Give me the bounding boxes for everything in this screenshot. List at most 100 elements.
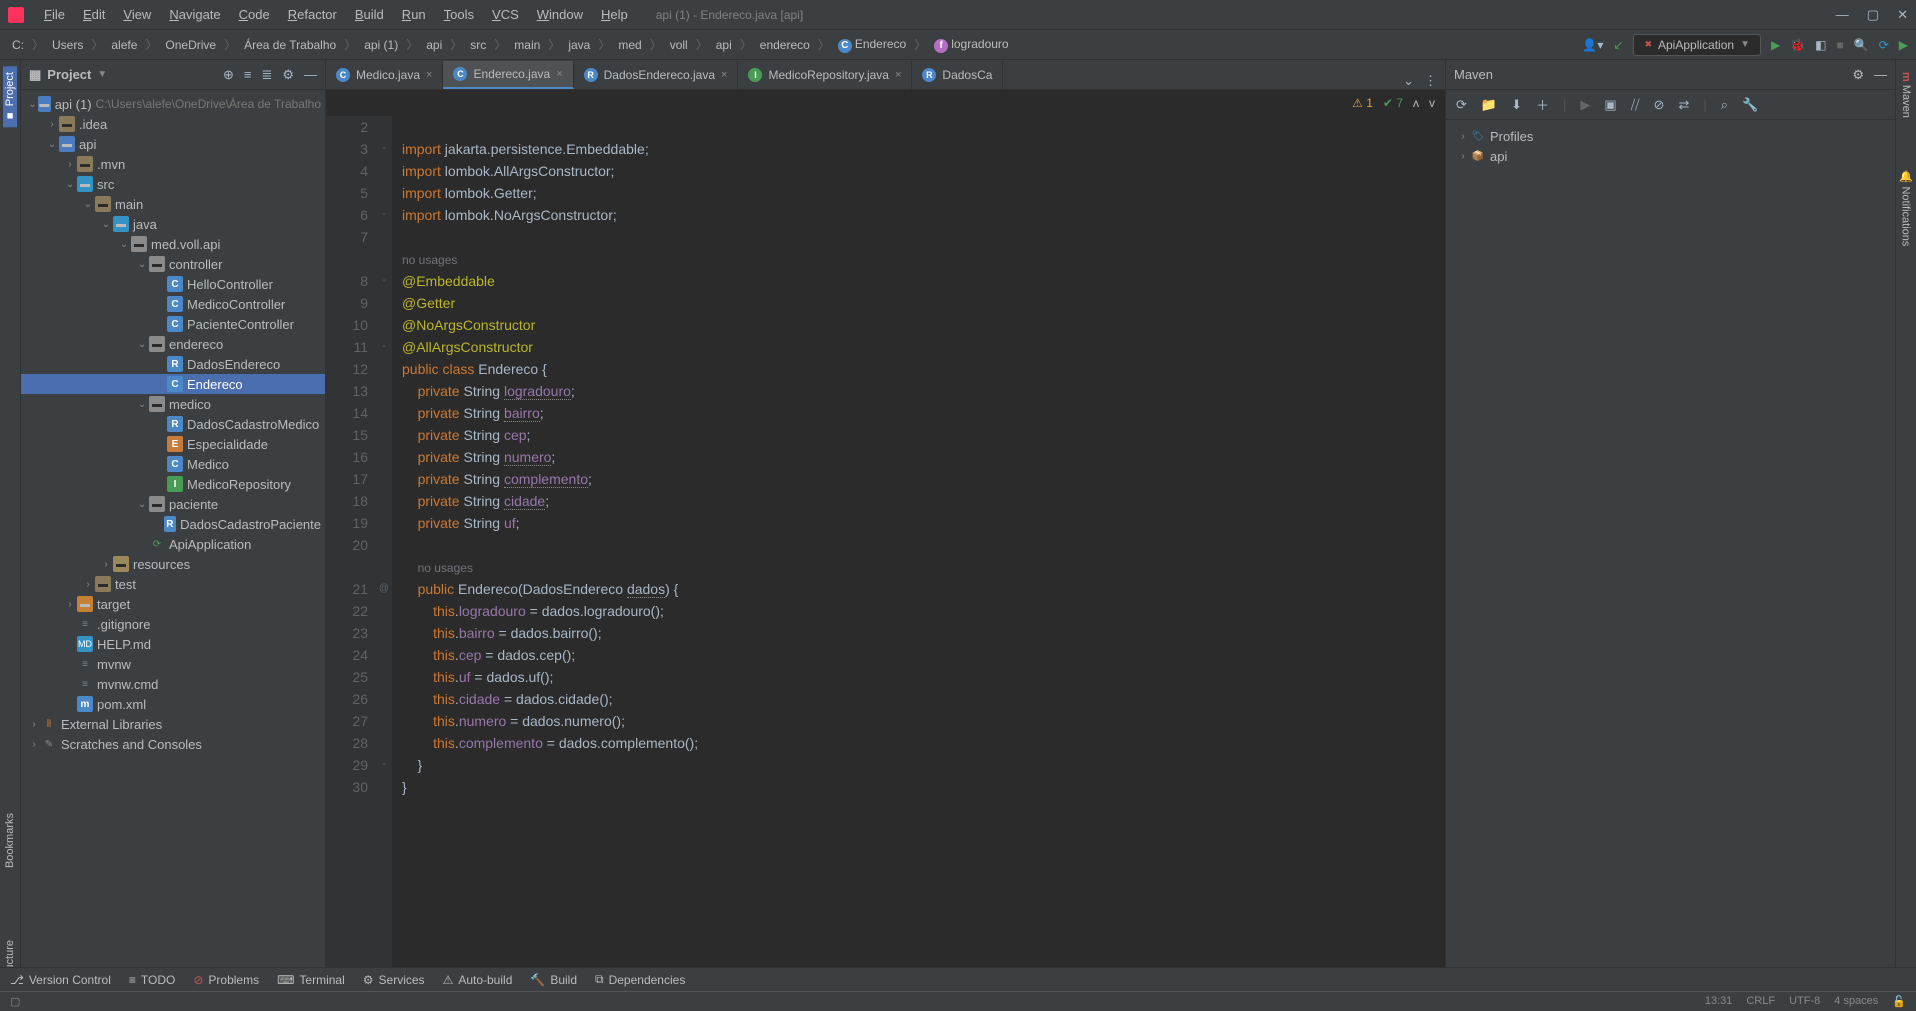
code-text[interactable]: import jakarta.persistence.Embeddable;im… — [392, 116, 1445, 991]
tree-row[interactable]: ⌄▬med.voll.api — [21, 234, 325, 254]
menu-help[interactable]: Help — [593, 3, 636, 26]
breadcrumb-item[interactable]: med — [614, 36, 645, 54]
gutter-icons[interactable]: ----@- — [376, 116, 392, 991]
tree-row[interactable]: ⌄▬api (1)C:\Users\alefe\OneDrive\Área de… — [21, 94, 325, 114]
tree-row[interactable]: ≡mvnw — [21, 654, 325, 674]
tree-row[interactable]: RDadosCadastroPaciente — [21, 514, 325, 534]
menu-view[interactable]: View — [115, 3, 159, 26]
settings-icon[interactable]: ⚙ — [1852, 67, 1864, 83]
tree-row[interactable]: CMedicoController — [21, 294, 325, 314]
generate-sources-icon[interactable]: 📁 — [1481, 97, 1497, 113]
select-open-file-icon[interactable]: ⊕ — [223, 67, 234, 83]
breadcrumb[interactable]: C:〉Users〉alefe〉OneDrive〉Área de Trabalho… — [8, 35, 1013, 55]
collapse-all-icon[interactable]: ≣ — [261, 67, 272, 83]
maximize-icon[interactable]: ▢ — [1867, 7, 1879, 23]
tree-row[interactable]: CHelloController — [21, 274, 325, 294]
execute-icon[interactable]: ▣ — [1604, 97, 1616, 113]
breadcrumb-item[interactable]: main — [510, 36, 544, 54]
tree-row[interactable]: CPacienteController — [21, 314, 325, 334]
settings-icon[interactable]: ⚙ — [282, 67, 294, 83]
tree-row[interactable]: ⌄▬main — [21, 194, 325, 214]
breadcrumb-item[interactable]: alefe — [107, 36, 141, 54]
editor-tab[interactable]: RDadosEndereco.java× — [574, 61, 739, 89]
maven-profiles[interactable]: ›🏷 Profiles — [1452, 126, 1889, 146]
tree-row[interactable]: ⌄▬paciente — [21, 494, 325, 514]
tree-row[interactable]: ⌄▬api — [21, 134, 325, 154]
skip-tests-icon[interactable]: ⊘ — [1654, 97, 1665, 113]
tree-row[interactable]: ›▬test — [21, 574, 325, 594]
menu-navigate[interactable]: Navigate — [161, 3, 228, 26]
ide-scripting-icon[interactable]: ▶ — [1899, 38, 1908, 52]
breadcrumb-item[interactable]: C: — [8, 36, 28, 54]
project-panel-title[interactable]: ▦ Project ▼ — [29, 67, 107, 83]
close-icon[interactable]: ✕ — [1897, 7, 1908, 23]
tree-row[interactable]: ⌄▬src — [21, 174, 325, 194]
tree-row[interactable]: ⌄▬medico — [21, 394, 325, 414]
status-terminal[interactable]: ⌨Terminal — [277, 973, 345, 987]
tabs-more-icon[interactable]: ⋮ — [1424, 73, 1437, 89]
status-problems[interactable]: ⊘Problems — [193, 973, 259, 987]
tree-row[interactable]: ⌄▬controller — [21, 254, 325, 274]
maven-settings-icon[interactable]: 🔧 — [1742, 97, 1758, 113]
tree-row[interactable]: ›✎Scratches and Consoles — [21, 734, 325, 754]
status-action-icon[interactable]: ▢ — [10, 995, 20, 1008]
tree-row[interactable]: ›▬target — [21, 594, 325, 614]
tabs-dropdown-icon[interactable]: ⌄ — [1403, 73, 1414, 89]
menu-edit[interactable]: Edit — [75, 3, 113, 26]
tree-row[interactable]: ≡.gitignore — [21, 614, 325, 634]
close-tab-icon[interactable]: × — [895, 69, 901, 81]
menu-refactor[interactable]: Refactor — [280, 3, 345, 26]
collapse-icon[interactable]: ⌕ — [1721, 97, 1728, 113]
status-lineend[interactable]: CRLF — [1746, 995, 1775, 1008]
menu-file[interactable]: File — [36, 3, 73, 26]
menu-window[interactable]: Window — [529, 3, 591, 26]
breadcrumb-item[interactable]: Área de Trabalho — [240, 36, 340, 54]
chevron-up-icon[interactable]: ʌ — [1413, 96, 1419, 110]
readonly-lock-icon[interactable]: 🔓 — [1892, 995, 1906, 1008]
coverage-icon[interactable]: ◧ — [1815, 38, 1826, 52]
breadcrumb-item[interactable]: api — [712, 36, 736, 54]
tree-row[interactable]: ⌄▬java — [21, 214, 325, 234]
tree-row[interactable]: ›▬resources — [21, 554, 325, 574]
tree-row[interactable]: ⌄▬endereco — [21, 334, 325, 354]
breadcrumb-item[interactable]: Users — [48, 36, 87, 54]
warning-badge[interactable]: ⚠ 1 — [1352, 96, 1373, 110]
breadcrumb-item[interactable]: src — [466, 36, 490, 54]
expand-all-icon[interactable]: ≡ — [244, 67, 252, 83]
status-todo[interactable]: ≡TODO — [129, 973, 175, 987]
run-config-selector[interactable]: ✖ ApiApplication ▼ — [1633, 34, 1761, 56]
tree-row[interactable]: CMedico — [21, 454, 325, 474]
tree-row[interactable]: ›⫴External Libraries — [21, 714, 325, 734]
notifications-tool-tab[interactable]: 🔔 Notifications — [1899, 164, 1914, 252]
minimize-icon[interactable]: — — [1836, 7, 1849, 23]
line-gutter[interactable]: 2345678910111213141516171819202122232425… — [326, 116, 376, 991]
close-tab-icon[interactable]: × — [556, 68, 562, 80]
maven-tree[interactable]: ›🏷 Profiles ›📦 api — [1446, 120, 1895, 991]
breadcrumb-item[interactable]: flogradouro — [930, 35, 1012, 55]
hide-panel-icon[interactable]: — — [1874, 67, 1887, 83]
editor-tab[interactable]: IMedicoRepository.java× — [738, 61, 912, 89]
search-icon[interactable]: 🔍 — [1854, 38, 1869, 52]
tree-row[interactable]: IMedicoRepository — [21, 474, 325, 494]
maven-root-module[interactable]: ›📦 api — [1452, 146, 1889, 166]
tree-row[interactable]: mpom.xml — [21, 694, 325, 714]
status-version-control[interactable]: ⎇Version Control — [10, 973, 111, 987]
breadcrumb-item[interactable]: voll — [666, 36, 692, 54]
menu-code[interactable]: Code — [231, 3, 278, 26]
breadcrumb-item[interactable]: java — [564, 36, 594, 54]
tree-row[interactable]: ≡mvnw.cmd — [21, 674, 325, 694]
maven-tool-tab[interactable]: m Maven — [1899, 66, 1913, 124]
tree-row[interactable]: ›▬.mvn — [21, 154, 325, 174]
tree-row[interactable]: ⟳ApiApplication — [21, 534, 325, 554]
menu-vcs[interactable]: VCS — [484, 3, 527, 26]
show-deps-icon[interactable]: ⇄ — [1678, 97, 1689, 113]
status-auto-build[interactable]: ⚠Auto-build — [443, 973, 513, 987]
chevron-down-icon[interactable]: v — [1429, 96, 1435, 110]
status-time[interactable]: 13:31 — [1705, 995, 1733, 1008]
debug-icon[interactable]: 🐞 — [1790, 38, 1805, 52]
tree-row[interactable]: ›▬.idea — [21, 114, 325, 134]
breadcrumb-item[interactable]: OneDrive — [161, 36, 220, 54]
tree-row[interactable]: CEndereco — [21, 374, 325, 394]
breadcrumb-item[interactable]: endereco — [756, 36, 814, 54]
add-icon[interactable]: ＋ — [1536, 95, 1549, 114]
